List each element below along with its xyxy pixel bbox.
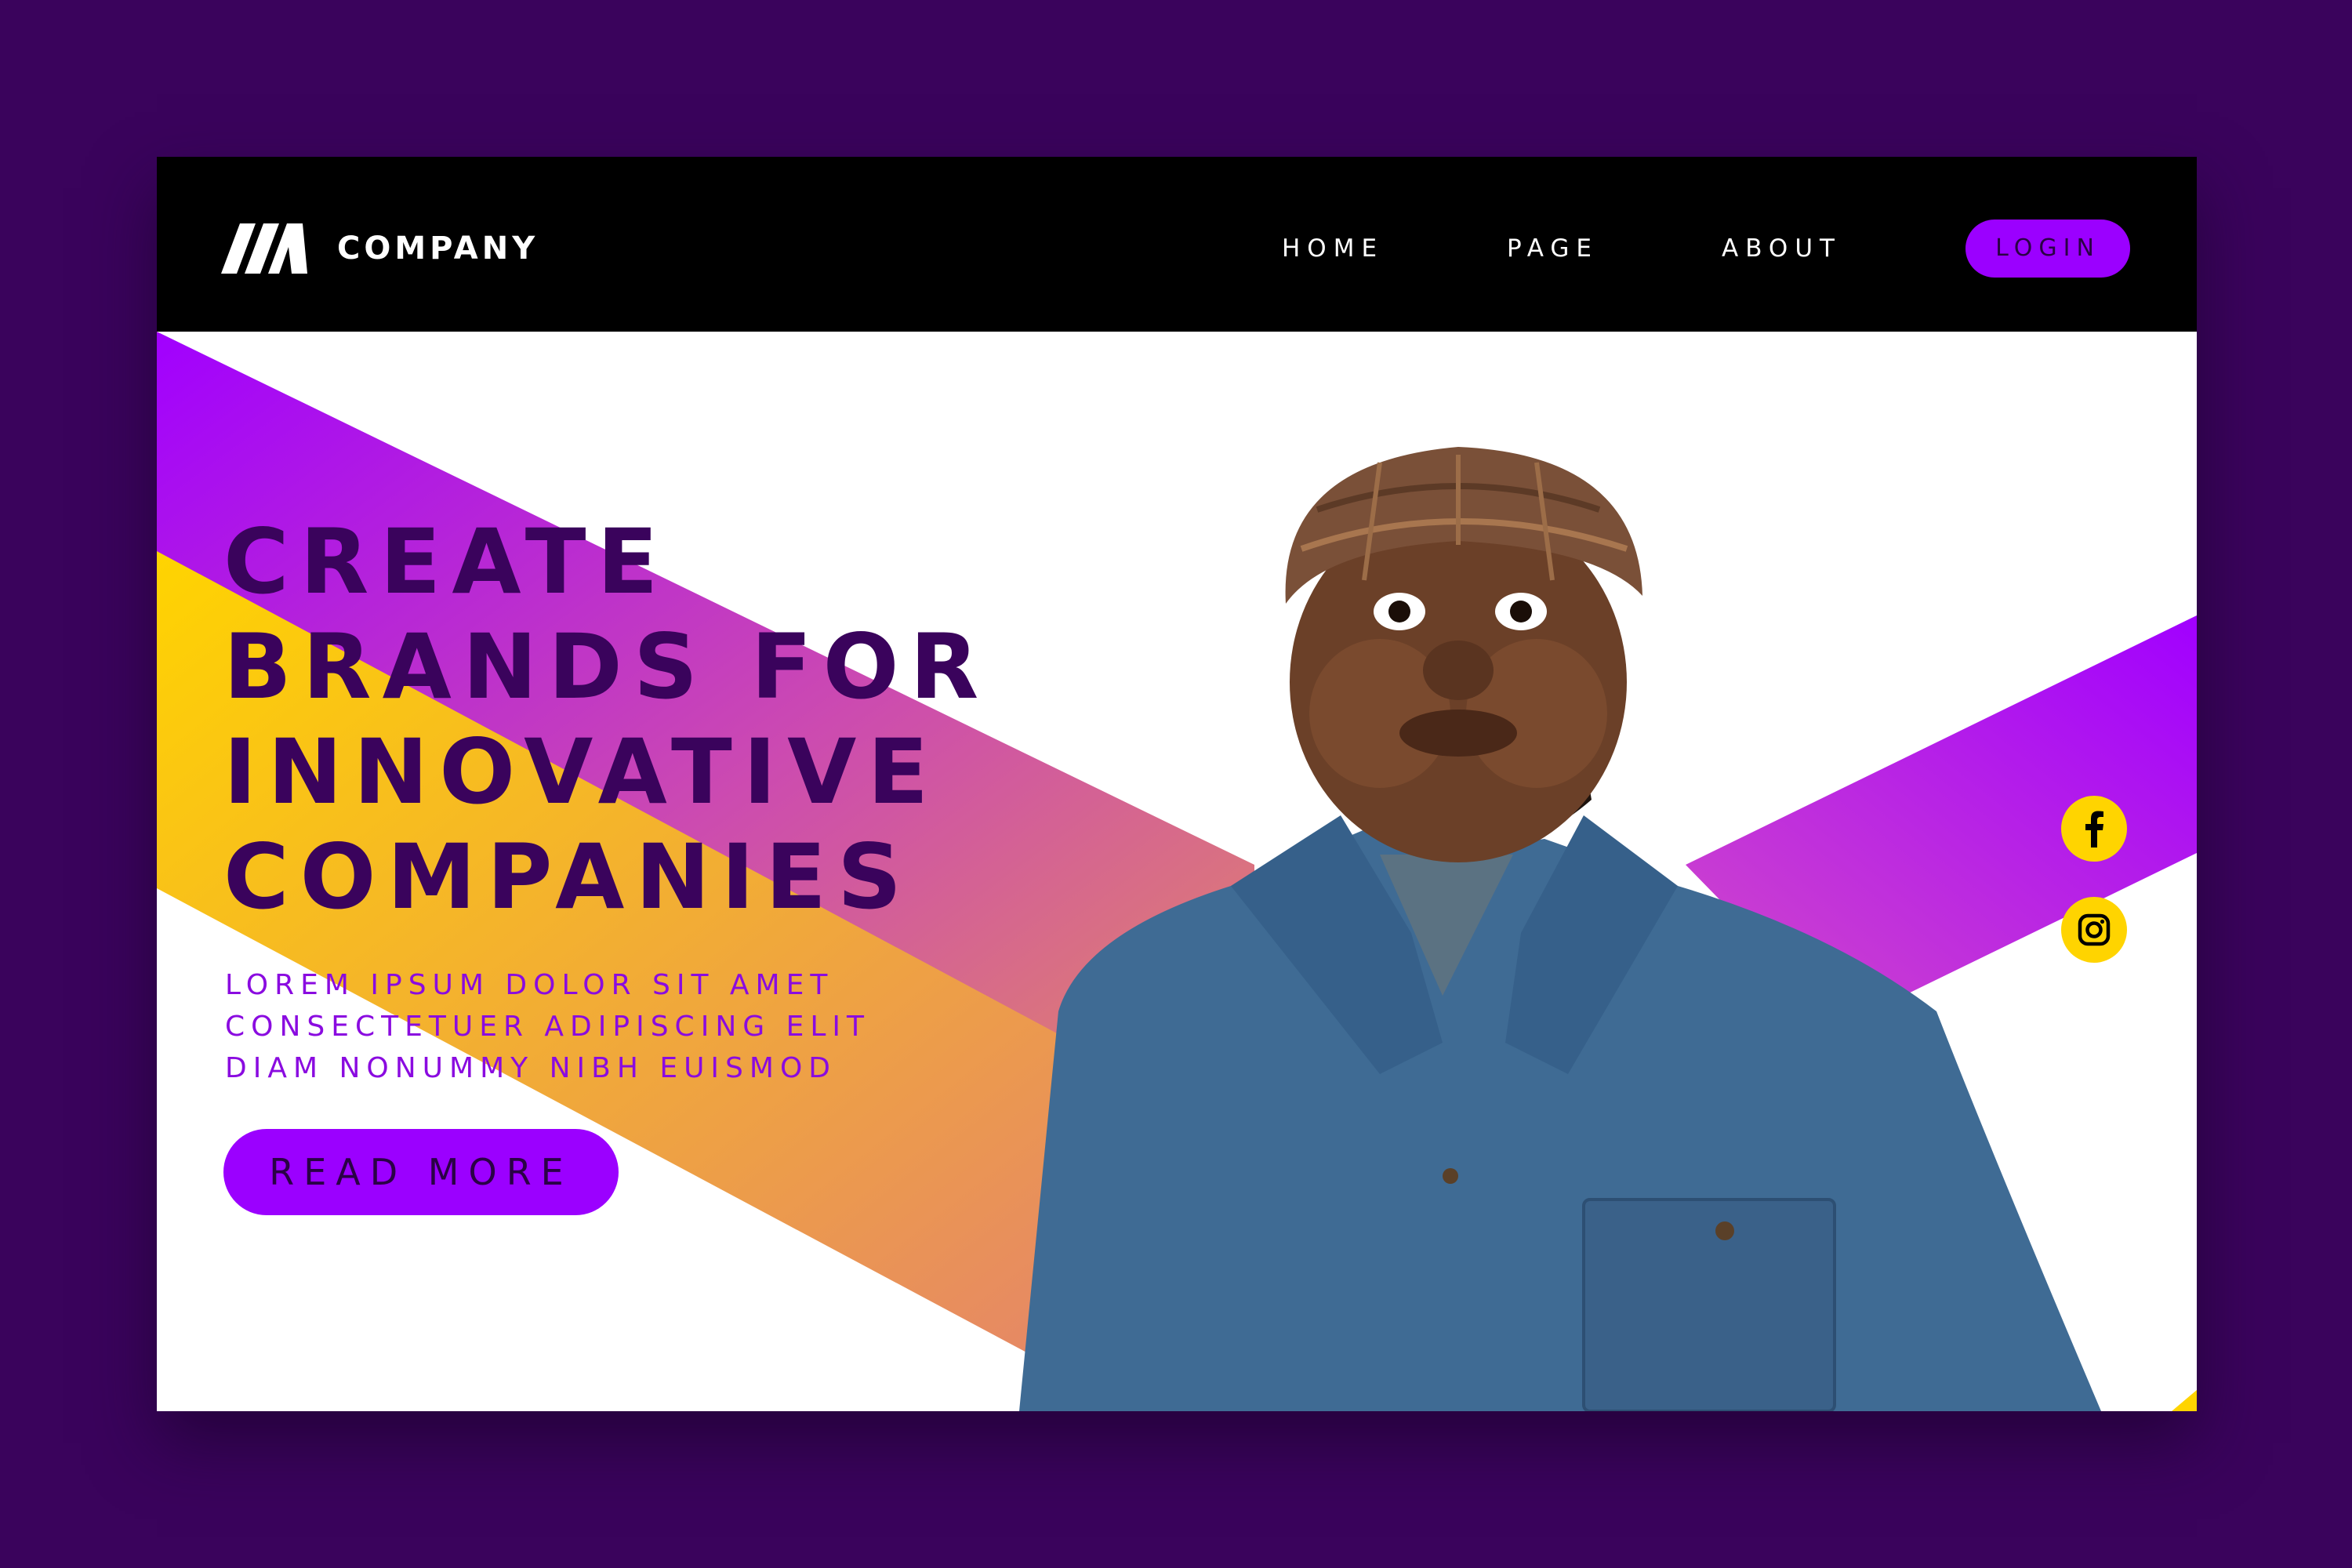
subtext-line: DIAM NONUMMY NIBH EUISMOD [225, 1052, 837, 1084]
instagram-button[interactable] [2061, 897, 2127, 963]
nav-link-home[interactable]: HOME [1282, 229, 1384, 268]
landing-page-frame: COMPANY HOME PAGE ABOUT LOGIN CREATE BRA… [157, 157, 2197, 1411]
hero-headline: CREATE BRANDS FOR INNOVATIVE COMPANIES [223, 510, 1164, 930]
stylized-m-logo-icon[interactable] [221, 223, 307, 274]
read-more-button[interactable]: READ MORE [223, 1129, 619, 1215]
subtext-line: CONSECTETUER ADIPISCING ELIT [225, 1011, 870, 1043]
brand-name[interactable]: COMPANY [337, 225, 539, 272]
navbar: COMPANY HOME PAGE ABOUT LOGIN [157, 157, 2197, 332]
nav-link-page[interactable]: PAGE [1507, 229, 1599, 268]
nav-link-about[interactable]: ABOUT [1722, 229, 1842, 268]
subtext-line: LOREM IPSUM DOLOR SIT AMET [225, 969, 834, 1001]
headline-line: CREATE [223, 510, 670, 614]
instagram-icon [2078, 913, 2111, 946]
hero-subtext: LOREM IPSUM DOLOR SIT AMET CONSECTETUER … [225, 964, 1087, 1089]
login-button[interactable]: LOGIN [1965, 220, 2130, 278]
headline-line: COMPANIES [223, 825, 913, 929]
facebook-button[interactable] [2061, 796, 2127, 862]
headline-line: BRANDS FOR [223, 615, 990, 719]
headline-line: INNOVATIVE [223, 720, 940, 824]
facebook-icon [2085, 811, 2103, 848]
